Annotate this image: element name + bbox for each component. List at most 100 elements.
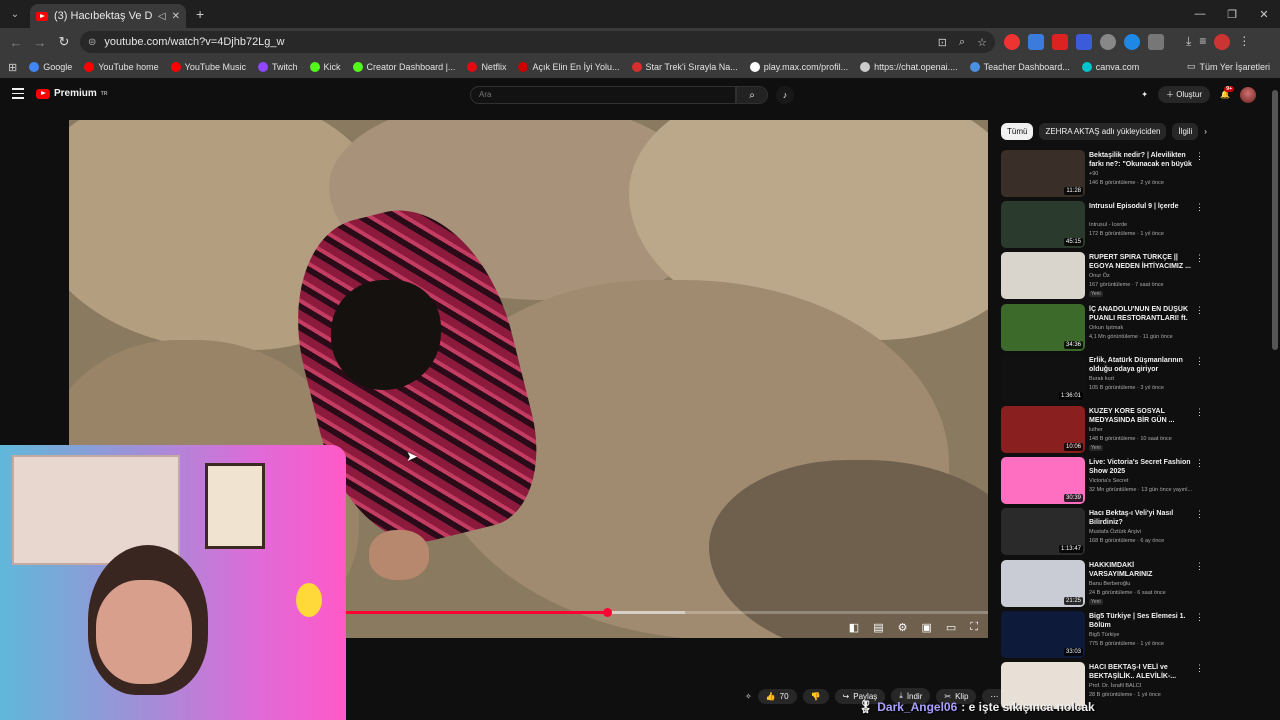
video-thumbnail[interactable]: 10:06 bbox=[1001, 405, 1085, 453]
channel-name[interactable]: Banu Berberoğlu bbox=[1089, 581, 1130, 587]
channel-name[interactable]: Mustafa Öztürk Arşivi bbox=[1089, 529, 1141, 535]
channel-name[interactable]: Big5 Türkiye bbox=[1089, 632, 1119, 638]
list-item[interactable]: 33:03 Big5 Türkiye | Ses Elemesi 1. Bölü… bbox=[1001, 610, 1271, 661]
scrubber-handle[interactable] bbox=[602, 608, 612, 617]
more-options-icon[interactable]: ⋮ bbox=[1195, 458, 1204, 469]
list-item[interactable]: 45:15 Intrusul Episodul 9 | İçerde Intru… bbox=[1001, 200, 1271, 251]
reading-list-icon[interactable]: ≡ bbox=[1199, 34, 1206, 50]
autoplay-toggle-icon[interactable]: ◧ bbox=[849, 621, 859, 634]
maximize-button[interactable]: ❐ bbox=[1216, 0, 1248, 28]
bookmark-item[interactable]: play.max.com/profil... bbox=[749, 62, 848, 72]
bookmark-item[interactable]: https://chat.openai.... bbox=[860, 62, 958, 72]
bookmark-item[interactable]: Teacher Dashboard... bbox=[969, 62, 1070, 72]
bookmark-item[interactable]: YouTube home bbox=[84, 62, 159, 72]
youtube-logo[interactable]: Premium TR bbox=[36, 88, 107, 99]
list-item[interactable]: 21:25 HAKKIMDAKİ VARSAYIMLARINIZ Banu Be… bbox=[1001, 559, 1271, 610]
vpn-icon[interactable] bbox=[1124, 34, 1140, 50]
video-title[interactable]: KUZEY KORE SOSYAL MEDYASINDA BİR GÜN ... bbox=[1089, 407, 1195, 425]
video-title[interactable]: Big5 Türkiye | Ses Elemesi 1. Bölüm bbox=[1089, 612, 1195, 630]
download-icon[interactable]: ⤓ bbox=[1186, 34, 1191, 50]
video-title[interactable]: Erlik, Atatürk Düşmanlarının olduğu oday… bbox=[1089, 356, 1195, 374]
site-info-icon[interactable]: ⊜ bbox=[88, 37, 96, 48]
minimize-button[interactable]: — bbox=[1184, 0, 1216, 28]
bookmark-item[interactable]: Kick bbox=[309, 62, 341, 72]
channel-name[interactable]: luther bbox=[1089, 427, 1103, 433]
more-options-icon[interactable]: ⋮ bbox=[1195, 356, 1204, 367]
extension-icon[interactable] bbox=[1004, 34, 1020, 50]
video-thumbnail[interactable]: 45:15 bbox=[1001, 201, 1085, 249]
channel-name[interactable]: +90 bbox=[1089, 171, 1098, 177]
notifications-icon[interactable]: 🔔 9+ bbox=[1220, 86, 1234, 99]
zoom-icon[interactable]: ⌕ bbox=[959, 36, 965, 49]
close-tab-icon[interactable]: ✕ bbox=[172, 11, 180, 22]
more-options-icon[interactable]: ⋮ bbox=[1195, 202, 1204, 213]
tab-search-icon[interactable]: ⌄ bbox=[4, 3, 26, 25]
extension-icon[interactable] bbox=[1076, 34, 1092, 50]
list-item[interactable]: 34:36 İÇ ANADOLU'NUN EN DÜŞÜK PUANLI RES… bbox=[1001, 303, 1271, 354]
cast-icon[interactable]: ⊡ bbox=[938, 36, 947, 49]
bookmark-item[interactable]: Google bbox=[29, 62, 72, 72]
channel-name[interactable]: Prof. Dr. İsrafil BALCI bbox=[1089, 683, 1141, 689]
create-button[interactable]: ＋ Oluştur bbox=[1158, 86, 1211, 103]
more-options-icon[interactable]: ⋮ bbox=[1195, 509, 1204, 520]
video-thumbnail[interactable]: 21:25 bbox=[1001, 559, 1085, 607]
list-item[interactable]: 11:28 Bektaşilik nedir? | Alevilikten fa… bbox=[1001, 149, 1271, 200]
more-options-icon[interactable]: ⋮ bbox=[1195, 663, 1204, 674]
list-item[interactable]: 1:13:47 Hacı Bektaş-ı Veli'yi Nasıl Bili… bbox=[1001, 507, 1271, 558]
back-icon[interactable]: ← bbox=[4, 35, 28, 50]
bookmark-star-icon[interactable]: ☆ bbox=[977, 36, 987, 49]
like-button[interactable]: 👍 70 bbox=[757, 688, 797, 704]
more-options-icon[interactable]: ⋮ bbox=[1195, 151, 1204, 162]
video-title[interactable]: Intrusul Episodul 9 | İçerde bbox=[1089, 202, 1195, 211]
more-options-icon[interactable]: ⋮ bbox=[1195, 305, 1204, 316]
channel-name[interactable]: Intrusul - Icerde bbox=[1089, 222, 1127, 228]
channel-name[interactable]: Orkun Işıtmak bbox=[1089, 325, 1123, 331]
bookmark-item[interactable]: Twitch bbox=[258, 62, 298, 72]
reload-icon[interactable]: ↻ bbox=[52, 34, 76, 50]
close-window-button[interactable]: ✕ bbox=[1248, 0, 1280, 28]
list-item[interactable]: RUPERT SPIRA TÜRKÇE || EGOYA NEDEN İHTİY… bbox=[1001, 251, 1271, 302]
microphone-icon[interactable]: ♪ bbox=[776, 86, 794, 104]
video-thumbnail[interactable]: 1:36:01 bbox=[1001, 354, 1085, 402]
video-title[interactable]: İÇ ANADOLU'NUN EN DÜŞÜK PUANLI RESTORANT… bbox=[1089, 305, 1195, 323]
page-scrollbar[interactable] bbox=[1272, 90, 1278, 350]
fullscreen-icon[interactable]: ⛶ bbox=[970, 621, 978, 634]
bookmark-item[interactable]: YouTube Music bbox=[170, 62, 246, 72]
bookmark-item[interactable]: Creator Dashboard |... bbox=[352, 62, 455, 72]
chip-all[interactable]: Tümü bbox=[1001, 123, 1034, 140]
channel-name[interactable]: Burak kurt bbox=[1089, 376, 1114, 382]
list-item[interactable]: 30:39 Live: Victoria's Secret Fashion Sh… bbox=[1001, 456, 1271, 507]
theater-mode-icon[interactable]: ▭ bbox=[946, 621, 956, 634]
address-bar[interactable]: ⊜ youtube.com/watch?v=4Djhb72Lg_w ⊡ ⌕ ☆ bbox=[80, 31, 995, 53]
video-thumbnail[interactable]: 33:03 bbox=[1001, 610, 1085, 658]
extension-icon[interactable] bbox=[1052, 34, 1068, 50]
audio-playing-icon[interactable]: ◁ bbox=[158, 11, 166, 22]
browser-tab[interactable]: (3) Hacıbektaş Ve Delikli Ta ◁ ✕ bbox=[30, 4, 186, 28]
translate-icon[interactable] bbox=[1028, 34, 1044, 50]
profile-icon[interactable] bbox=[1214, 34, 1231, 50]
more-options-icon[interactable]: ⋮ bbox=[1195, 612, 1204, 623]
browser-menu-icon[interactable]: ⋮ bbox=[1238, 34, 1250, 50]
video-title[interactable]: HACI BEKTAŞ-I VELİ ve BEKTAŞİLİK.. ALEVİ… bbox=[1089, 663, 1195, 681]
video-title[interactable]: Live: Victoria's Secret Fashion Show 202… bbox=[1089, 458, 1195, 476]
sparkle-icon[interactable]: ✧ bbox=[745, 692, 752, 701]
search-icon[interactable]: ⌕ bbox=[736, 86, 768, 104]
hamburger-menu-icon[interactable] bbox=[12, 88, 24, 102]
bookmark-item[interactable]: canva.com bbox=[1081, 62, 1139, 72]
bookmark-item[interactable]: Açık Elin En İyi Yolu... bbox=[518, 62, 620, 72]
more-options-icon[interactable]: ⋮ bbox=[1195, 407, 1204, 418]
all-bookmarks[interactable]: ▭ Tüm Yer İşaretleri bbox=[1187, 61, 1270, 72]
avatar[interactable] bbox=[1240, 86, 1256, 103]
video-thumbnail[interactable]: 30:39 bbox=[1001, 457, 1085, 505]
list-item[interactable]: 10:06 KUZEY KORE SOSYAL MEDYASINDA BİR G… bbox=[1001, 405, 1271, 456]
dislike-button[interactable]: 👎 bbox=[802, 688, 829, 704]
channel-name[interactable]: Victoria's Secret bbox=[1089, 478, 1128, 484]
search-input[interactable]: Ara bbox=[470, 86, 736, 104]
video-thumbnail[interactable]: 34:36 bbox=[1001, 303, 1085, 351]
forward-icon[interactable]: → bbox=[28, 35, 52, 50]
miniplayer-icon[interactable]: ▣ bbox=[921, 621, 931, 634]
video-thumbnail[interactable]: 11:28 bbox=[1001, 150, 1085, 197]
list-item[interactable]: 1:36:01 Erlik, Atatürk Düşmanlarının old… bbox=[1001, 354, 1271, 405]
new-tab-button[interactable]: + bbox=[196, 6, 204, 22]
more-options-icon[interactable]: ⋮ bbox=[1195, 253, 1204, 264]
